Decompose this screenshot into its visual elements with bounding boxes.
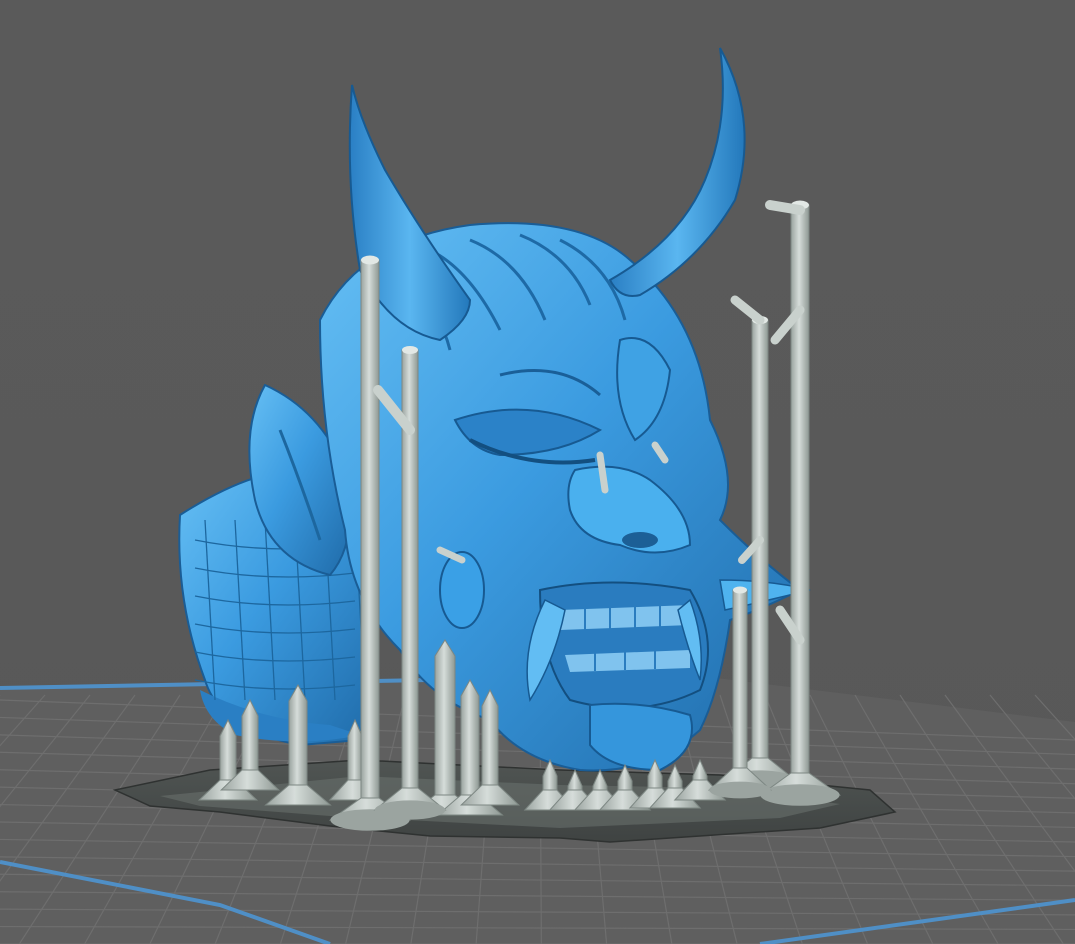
scene-canvas[interactable] bbox=[0, 0, 1075, 944]
3d-viewport[interactable] bbox=[0, 0, 1075, 944]
horned-oni-mask-icon bbox=[178, 47, 811, 772]
